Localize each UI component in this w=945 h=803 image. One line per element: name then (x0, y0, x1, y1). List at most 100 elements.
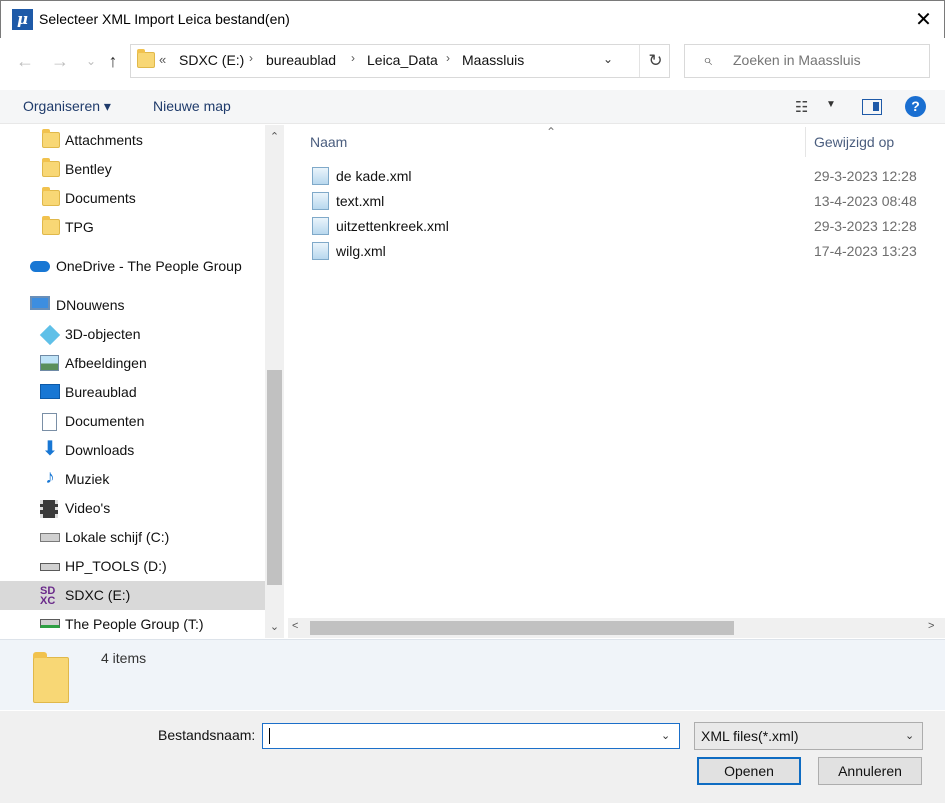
search-box[interactable]: ⌕ (684, 44, 930, 78)
scroll-thumb[interactable] (310, 621, 734, 635)
cube-icon (39, 324, 61, 346)
sidebar-item-label: 3D-objecten (65, 326, 141, 342)
sidebar-item-downloads[interactable]: ⬇ Downloads (0, 436, 265, 465)
filename-dropdown[interactable]: ⌄ (661, 729, 670, 742)
navigation-scrollbar[interactable]: ⌃ ⌄ (265, 125, 284, 638)
filetype-value: XML files(*.xml) (701, 728, 799, 744)
chevron-down-icon: ⌄ (603, 52, 614, 66)
sidebar-item-3d-objects[interactable]: 3D-objecten (0, 320, 265, 349)
file-row[interactable]: wilg.xml 17-4-2023 13:23 (306, 239, 945, 264)
sidebar-item-pictures[interactable]: Afbeeldingen (0, 349, 265, 378)
sidebar-item-label: Attachments (65, 132, 143, 148)
file-row[interactable]: text.xml 13-4-2023 08:48 (306, 189, 945, 214)
sidebar-item-attachments[interactable]: Attachments (0, 126, 265, 155)
sidebar-item-documenten[interactable]: Documenten (0, 407, 265, 436)
sidebar-item-label: SDXC (E:) (65, 587, 131, 603)
scroll-left-icon[interactable]: < (292, 620, 298, 632)
cloud-icon (30, 261, 50, 272)
arrow-right-icon: → (51, 51, 69, 71)
sidebar-item-tpg[interactable]: TPG (0, 213, 265, 242)
overflow-chevron[interactable]: « (159, 52, 166, 67)
sidebar-item-sdxc-e[interactable]: SD XC SDXC (E:) (0, 581, 265, 610)
search-icon: ⌕ (703, 52, 712, 69)
breadcrumb-separator[interactable]: › (249, 51, 253, 65)
drive-icon (40, 563, 60, 571)
breadcrumb-leica-data[interactable]: Leica_Data (367, 52, 438, 68)
file-modified: 29-3-2023 12:28 (814, 218, 917, 234)
column-header-modified[interactable]: Gewijzigd op (814, 134, 894, 150)
filetype-select[interactable]: XML files(*.xml) ⌄ (694, 722, 923, 750)
column-divider[interactable] (805, 127, 806, 157)
sidebar-item-label: Muziek (65, 471, 110, 487)
view-options-dropdown[interactable]: ▼ (826, 99, 836, 110)
cancel-button[interactable]: Annuleren (818, 757, 922, 785)
column-header-name[interactable]: Naam (310, 134, 347, 150)
horizontal-scrollbar[interactable]: < > (288, 618, 945, 638)
close-button[interactable]: ✕ (901, 1, 945, 39)
file-name: uitzettenkreek.xml (336, 218, 449, 234)
filename-input[interactable] (267, 727, 647, 745)
title-bar: μ Selecteer XML Import Leica bestand(en)… (0, 0, 945, 38)
filename-label: Bestandsnaam: (158, 727, 256, 743)
scroll-right-icon[interactable]: > (928, 620, 934, 632)
sidebar-item-label: The People Group (T:) (65, 616, 204, 632)
sidebar-item-people-group-t[interactable]: The People Group (T:) (0, 610, 265, 638)
window-title: Selecteer XML Import Leica bestand(en) (39, 11, 290, 27)
sidebar-item-bentley[interactable]: Bentley (0, 155, 265, 184)
preview-pane-icon[interactable] (862, 99, 882, 115)
arrow-up-icon: ↑ (108, 51, 118, 71)
download-icon: ⬇ (41, 438, 59, 460)
app-icon: μ (12, 9, 33, 30)
chevron-down-icon: ⌄ (905, 730, 915, 742)
folder-icon (42, 158, 60, 177)
up-button[interactable]: ↑ (100, 48, 126, 74)
sidebar-item-desktop[interactable]: Bureaublad (0, 378, 265, 407)
file-row[interactable]: uitzettenkreek.xml 29-3-2023 12:28 (306, 214, 945, 239)
view-options-icon[interactable]: ☷ (795, 98, 808, 116)
breadcrumb-bureaublad[interactable]: bureaublad (266, 52, 336, 68)
open-button[interactable]: Openen (697, 757, 801, 785)
sidebar-item-music[interactable]: ♪ Muziek (0, 465, 265, 494)
file-row[interactable]: de kade.xml 29-3-2023 12:28 (306, 164, 945, 189)
xml-file-icon (312, 167, 329, 185)
desktop-icon (40, 384, 60, 399)
chevron-down-icon: ⌄ (661, 730, 671, 742)
forward-button[interactable]: → (47, 48, 73, 74)
breadcrumb-separator[interactable]: › (446, 51, 450, 65)
sidebar-item-hp-tools-d[interactable]: HP_TOOLS (D:) (0, 552, 265, 581)
sidebar-item-label: HP_TOOLS (D:) (65, 558, 167, 574)
sidebar-item-documents[interactable]: Documents (0, 184, 265, 213)
address-dropdown[interactable]: ⌄ (603, 52, 613, 66)
search-input[interactable] (733, 52, 923, 68)
refresh-button[interactable]: ↻ (639, 45, 671, 77)
scroll-down-icon[interactable]: ⌄ (265, 620, 284, 633)
address-bar[interactable]: « SDXC (E:) › bureaublad › Leica_Data › … (130, 44, 670, 78)
organize-button[interactable]: Organiseren ▾ (23, 98, 111, 115)
computer-icon (30, 296, 50, 310)
sidebar-item-label: OneDrive - The People Group (56, 258, 242, 274)
sidebar-item-onedrive[interactable]: OneDrive - The People Group (0, 252, 265, 281)
back-button[interactable]: ← (12, 48, 38, 74)
folder-icon (137, 49, 155, 68)
filename-combobox[interactable]: ⌄ (262, 723, 680, 749)
sidebar-item-label: Downloads (65, 442, 135, 458)
video-icon (40, 500, 58, 518)
scroll-up-icon[interactable]: ⌃ (265, 130, 284, 143)
sidebar-item-label: Bentley (65, 161, 112, 177)
breadcrumb-maassluis[interactable]: Maassluis (462, 52, 524, 68)
breadcrumb-sdxc[interactable]: SDXC (E:) (179, 52, 244, 68)
sidebar-item-local-disk-c[interactable]: Lokale schijf (C:) (0, 523, 265, 552)
file-modified: 29-3-2023 12:28 (814, 168, 917, 184)
file-list: ⌃ Naam Gewijzigd op de kade.xml 29-3-202… (288, 125, 945, 638)
details-pane: 4 items (0, 639, 945, 710)
network-drive-icon (40, 619, 60, 628)
scroll-thumb[interactable] (267, 370, 282, 585)
sidebar-item-videos[interactable]: Video's (0, 494, 265, 523)
breadcrumb-separator[interactable]: › (351, 51, 355, 65)
sidebar-item-label: Afbeeldingen (65, 355, 147, 371)
sidebar-item-this-pc[interactable]: DNouwens (0, 291, 265, 313)
refresh-icon: ↻ (648, 51, 663, 70)
new-folder-button[interactable]: Nieuwe map (153, 98, 231, 114)
help-icon[interactable]: ? (905, 96, 926, 117)
xml-file-icon (312, 242, 329, 260)
